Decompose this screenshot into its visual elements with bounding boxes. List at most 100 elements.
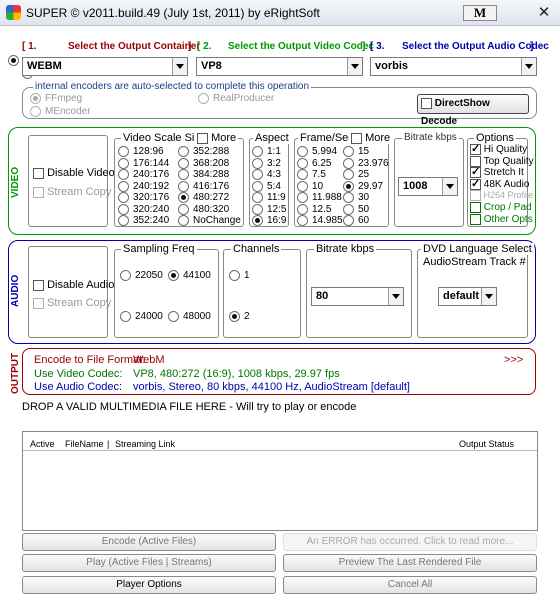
scale-radio[interactable] <box>118 203 129 215</box>
video-bitrate-select[interactable]: 1008 <box>398 177 458 196</box>
fps-radio[interactable] <box>343 169 354 180</box>
scale-radio[interactable] <box>178 192 189 203</box>
scale-option[interactable]: 240:176 <box>118 169 169 181</box>
scale-option[interactable]: 368:208 <box>178 157 241 170</box>
aspect-option[interactable]: 11:9 <box>252 192 286 204</box>
audio-codec-select[interactable]: vorbis <box>370 57 537 76</box>
aspect-radio[interactable] <box>252 192 263 203</box>
fps-option[interactable]: 60 <box>343 215 389 227</box>
freq-option[interactable]: 24000 <box>120 311 163 322</box>
scale-radio[interactable] <box>118 157 129 169</box>
scale-radio[interactable] <box>118 215 129 226</box>
fps-radio[interactable] <box>343 215 354 226</box>
scale-radio[interactable] <box>178 169 189 180</box>
fps-radio[interactable] <box>297 180 308 192</box>
crop-pad-button[interactable]: Crop / Pad <box>470 202 532 213</box>
col-filename[interactable]: FileName <box>65 439 104 449</box>
other-opts-button[interactable]: Other Opts <box>470 214 533 225</box>
fps-more[interactable]: More <box>349 132 393 144</box>
dvd-track-select[interactable]: default <box>438 287 497 306</box>
fps-radio[interactable] <box>297 203 308 215</box>
close-icon[interactable]: ✕ <box>534 4 554 22</box>
preview-button[interactable]: Preview The Last Rendered File <box>283 554 537 572</box>
mode-radio-1[interactable] <box>8 54 19 66</box>
aspect-option[interactable]: 4:3 <box>252 169 286 181</box>
scale-option[interactable]: 416:176 <box>178 180 241 193</box>
fps-radio[interactable] <box>343 203 354 215</box>
scale-option[interactable]: 320:176 <box>118 192 169 204</box>
fps-radio[interactable] <box>343 146 354 157</box>
scale-radio[interactable] <box>118 146 129 157</box>
scale-option[interactable]: 352:240 <box>118 215 169 227</box>
col-active[interactable]: Active <box>30 439 55 449</box>
aspect-radio[interactable] <box>252 169 263 180</box>
channel-radio[interactable] <box>229 270 240 281</box>
fps-option[interactable]: 23.976 <box>343 157 389 170</box>
more-arrows[interactable]: >>> <box>504 354 523 366</box>
fps-option[interactable]: 11.988 <box>297 192 343 204</box>
fps-option[interactable]: 14.985 <box>297 215 343 227</box>
scale-option[interactable]: 384:288 <box>178 169 241 181</box>
disable-video-checkbox[interactable] <box>33 167 44 179</box>
fps-radio[interactable] <box>297 215 308 226</box>
aspect-radio[interactable] <box>252 203 263 215</box>
freq-radio[interactable] <box>168 311 179 322</box>
aspect-radio[interactable] <box>252 215 263 226</box>
aspect-option[interactable]: 1:1 <box>252 146 286 158</box>
freq-option[interactable]: 22050 <box>120 270 163 281</box>
scale-radio[interactable] <box>118 192 129 203</box>
scale-option[interactable]: NoChange <box>178 215 241 227</box>
aspect-option[interactable]: 12:5 <box>252 203 286 216</box>
fps-radio[interactable] <box>343 192 354 203</box>
fps-radio[interactable] <box>343 157 354 169</box>
scale-option[interactable]: 480:320 <box>178 203 241 216</box>
fps-option[interactable]: 7.5 <box>297 169 343 181</box>
aspect-radio[interactable] <box>252 146 263 157</box>
fps-option[interactable]: 10 <box>297 180 343 193</box>
video-codec-select[interactable]: VP8 <box>196 57 363 76</box>
aspect-radio[interactable] <box>252 180 263 192</box>
disable-audio-option[interactable]: Disable Audio <box>33 279 114 291</box>
freq-radio[interactable] <box>120 311 131 322</box>
freq-option[interactable]: 48000 <box>168 311 211 322</box>
scale-radio[interactable] <box>178 157 189 169</box>
fps-radio[interactable] <box>297 192 308 203</box>
freq-radio[interactable] <box>120 270 131 281</box>
fps-option[interactable]: 50 <box>343 203 389 216</box>
scale-more-checkbox[interactable] <box>197 132 208 144</box>
encode-button[interactable]: Encode (Active Files) <box>22 533 276 551</box>
aspect-option[interactable]: 5:4 <box>252 180 286 193</box>
scale-more[interactable]: More <box>195 132 239 144</box>
fps-radio[interactable] <box>297 157 308 169</box>
freq-option[interactable]: 44100 <box>168 270 211 281</box>
directshow-decode-button[interactable]: DirectShow Decode <box>417 94 529 127</box>
disable-audio-checkbox[interactable] <box>33 279 44 291</box>
hi-quality-checkbox[interactable] <box>470 142 481 155</box>
disable-video-option[interactable]: Disable Video <box>33 167 115 179</box>
fps-more-checkbox[interactable] <box>351 132 362 144</box>
container-select[interactable]: WEBM <box>22 57 188 76</box>
scale-radio[interactable] <box>178 203 189 215</box>
col-status[interactable]: Output Status <box>459 439 514 449</box>
aspect-option[interactable]: 3:2 <box>252 157 286 170</box>
scale-option[interactable]: 240:192 <box>118 180 169 193</box>
fps-option[interactable]: 30 <box>343 192 389 204</box>
channel-radio[interactable] <box>229 311 240 322</box>
fps-option[interactable]: 15 <box>343 146 389 158</box>
aspect-radio[interactable] <box>252 157 263 169</box>
error-button[interactable]: An ERROR has occurred. Click to read mor… <box>283 533 537 551</box>
fps-radio[interactable] <box>297 169 308 180</box>
m-button[interactable]: M <box>463 5 497 21</box>
fps-option[interactable]: 29.97 <box>343 180 389 193</box>
opt-hi-quality[interactable]: Hi Quality <box>470 142 527 155</box>
player-options-button[interactable]: Player Options <box>22 576 276 594</box>
play-button[interactable]: Play (Active Files | Streams) <box>22 554 276 572</box>
scale-radio[interactable] <box>118 169 129 180</box>
cancel-all-button[interactable]: Cancel All <box>283 576 537 594</box>
fps-radio[interactable] <box>343 180 354 192</box>
channel-option[interactable]: 2 <box>229 311 250 322</box>
fps-option[interactable]: 5.994 <box>297 146 343 158</box>
scale-radio[interactable] <box>178 146 189 157</box>
aspect-option[interactable]: 16:9 <box>252 215 286 227</box>
fps-option[interactable]: 6.25 <box>297 157 343 170</box>
